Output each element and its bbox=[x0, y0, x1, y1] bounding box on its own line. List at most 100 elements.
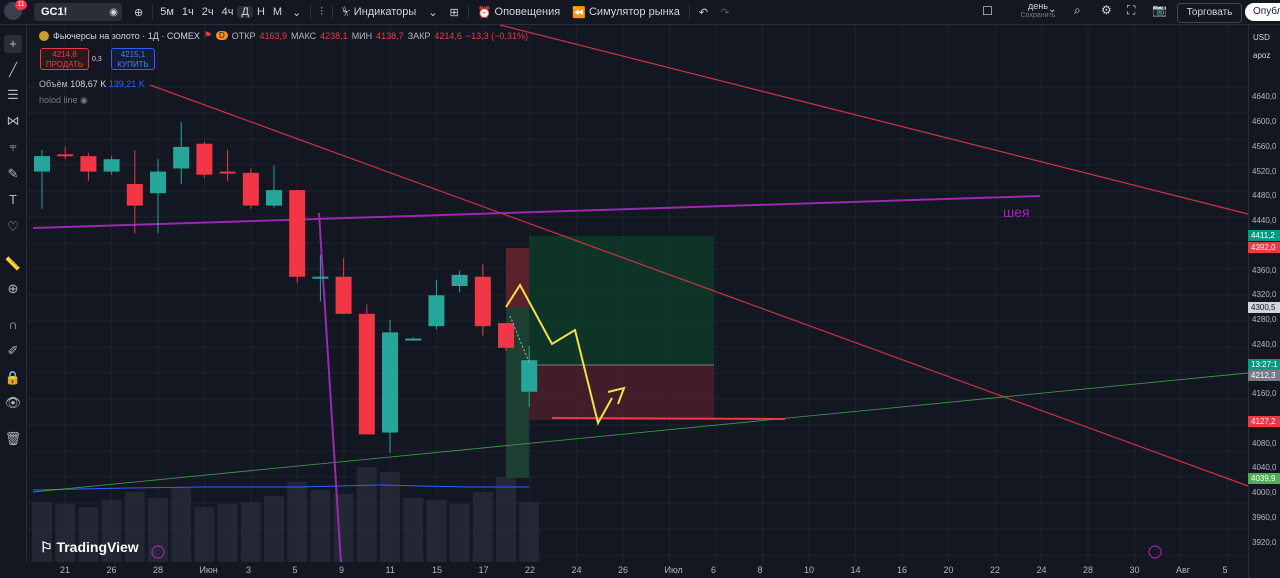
tradingview-logo: ⚐ TradingView bbox=[40, 539, 139, 556]
candle-body bbox=[289, 190, 306, 277]
sell-label: ПРОДАТЬ bbox=[45, 60, 84, 69]
volume-bar bbox=[472, 492, 493, 562]
candle-body bbox=[266, 190, 282, 206]
volume-bar bbox=[356, 467, 377, 562]
volume-bar bbox=[310, 490, 331, 562]
candle-body bbox=[34, 156, 50, 172]
date-label: 16 bbox=[897, 565, 908, 575]
price-chart[interactable] bbox=[0, 0, 1280, 578]
change-value: −13,3 (−0,31%) bbox=[465, 30, 528, 41]
volume-bar bbox=[171, 487, 192, 562]
candle-body bbox=[451, 274, 468, 286]
high-label: МАКС bbox=[291, 30, 317, 41]
neckline bbox=[32, 195, 1041, 229]
volume-bar bbox=[449, 504, 470, 562]
chart-legend: Фьючерсы на золото · 1Д · COMEX ⚑ D ОТКР… bbox=[39, 30, 528, 41]
price-label: 4040,0 bbox=[1252, 463, 1277, 473]
date-label: 5 bbox=[1222, 565, 1228, 575]
date-label: 22 bbox=[525, 565, 536, 575]
candle-body bbox=[219, 171, 236, 174]
date-label: 5 bbox=[292, 565, 298, 575]
candle-body bbox=[382, 332, 398, 433]
price-label: 4280,0 bbox=[1252, 315, 1277, 324]
date-label: 24 bbox=[571, 565, 582, 575]
date-label: 6 bbox=[711, 565, 717, 575]
buy-price: 4215,1 bbox=[120, 50, 146, 59]
date-label: 28 bbox=[1083, 565, 1094, 575]
sell-button[interactable]: 4214,8 ПРОДАТЬ bbox=[40, 48, 89, 70]
low-label: МИН bbox=[351, 30, 373, 41]
volume-bar bbox=[240, 502, 261, 562]
candle-body bbox=[521, 360, 538, 392]
badge-d: D bbox=[215, 31, 228, 40]
candle-body bbox=[335, 276, 352, 314]
scale-label[interactable]: apoz bbox=[1253, 51, 1270, 60]
candle-body bbox=[428, 295, 445, 327]
indicator-legend[interactable]: holod line ◉ bbox=[39, 95, 88, 106]
price-label: 4640,0 bbox=[1252, 92, 1277, 102]
candle-body bbox=[80, 156, 97, 172]
volume-label: Объём bbox=[39, 79, 68, 89]
volume-bar bbox=[194, 507, 215, 562]
date-label: 8 bbox=[757, 565, 763, 575]
price-label: 4080,0 bbox=[1252, 438, 1277, 448]
price-label: 3920,0 bbox=[1252, 537, 1277, 547]
support-tag: 4127,2 bbox=[1248, 416, 1280, 427]
price-label: 4240,0 bbox=[1252, 339, 1277, 349]
candle-body bbox=[312, 276, 329, 279]
date-label: 10 bbox=[804, 565, 815, 575]
date-label: Июл bbox=[664, 565, 683, 575]
volume-legend[interactable]: Объём 108,67 K 139,21 K bbox=[39, 79, 145, 89]
buy-label: КУПИТЬ bbox=[117, 60, 149, 69]
volume-bar bbox=[496, 477, 516, 562]
price-label: 4520,0 bbox=[1252, 166, 1277, 176]
close-value: 4214,6 bbox=[434, 30, 462, 41]
level-tag: 4300,5 bbox=[1248, 302, 1280, 313]
neck-label: шея bbox=[1003, 204, 1030, 220]
indicator-name: holod line bbox=[39, 95, 78, 105]
date-label: 26 bbox=[618, 565, 629, 575]
entry-tag: 4392,0 bbox=[1248, 242, 1280, 253]
price-label: 4600,0 bbox=[1252, 117, 1277, 127]
buy-button[interactable]: 4215,1 КУПИТЬ bbox=[111, 48, 155, 70]
date-label: Июн bbox=[199, 565, 218, 575]
date-label: 24 bbox=[1036, 565, 1047, 575]
price-label: 4480,0 bbox=[1252, 191, 1277, 201]
date-label: 28 bbox=[153, 565, 164, 575]
low-value: 4138,7 bbox=[376, 30, 404, 41]
high-value: 4238,1 bbox=[320, 30, 348, 41]
downtrend-line-2 bbox=[149, 84, 1249, 487]
tp-tag: 4411,2 bbox=[1248, 230, 1280, 241]
volume-value: 108,67 K bbox=[70, 79, 107, 89]
candle-body bbox=[498, 323, 514, 348]
candle-body bbox=[474, 276, 491, 327]
price-label: 4440,0 bbox=[1252, 216, 1277, 226]
volume-bar bbox=[403, 498, 424, 562]
timer-tag: 13:27:1 bbox=[1248, 359, 1280, 370]
candle-body bbox=[150, 171, 166, 194]
support-line bbox=[551, 417, 786, 420]
legend-title[interactable]: Фьючерсы на золото · 1Д · COMEX bbox=[53, 31, 200, 41]
candles bbox=[34, 122, 538, 453]
volume-bar bbox=[148, 498, 168, 562]
eye-icon[interactable]: ◉ bbox=[80, 95, 88, 105]
currency-label[interactable]: USD bbox=[1253, 33, 1270, 42]
volume-bar bbox=[287, 482, 308, 562]
candle-body bbox=[405, 338, 422, 341]
candle-body bbox=[57, 154, 74, 157]
volume-bar bbox=[519, 502, 540, 562]
candle-body bbox=[196, 143, 213, 175]
date-label: 9 bbox=[339, 565, 345, 575]
price-tag: 4212,3 bbox=[1248, 370, 1280, 381]
candle-body bbox=[358, 313, 375, 435]
date-label: 17 bbox=[478, 565, 489, 575]
price-label: 4560,0 bbox=[1252, 141, 1277, 151]
candle-body bbox=[126, 183, 143, 206]
price-label: 4160,0 bbox=[1252, 389, 1277, 399]
open-value: 4163,9 bbox=[259, 30, 287, 41]
price-label: 3960,0 bbox=[1252, 512, 1277, 522]
short-stop-zone bbox=[506, 248, 529, 308]
date-label: 14 bbox=[850, 565, 861, 575]
date-label: 26 bbox=[106, 565, 117, 575]
flag-icon[interactable]: ⚑ bbox=[204, 30, 212, 41]
